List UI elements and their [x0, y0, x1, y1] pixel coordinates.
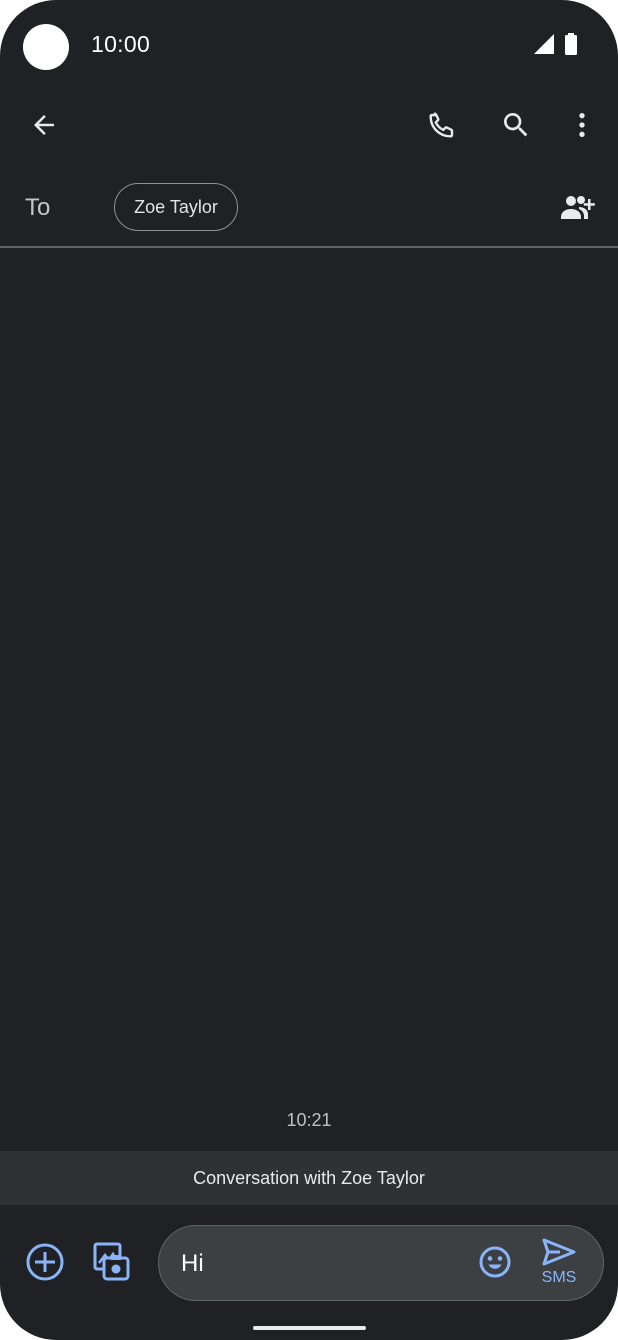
gallery-button[interactable] — [89, 1242, 133, 1286]
phone-icon — [426, 109, 458, 146]
more-options-button[interactable] — [558, 103, 606, 151]
gesture-nav-handle[interactable] — [253, 1326, 366, 1330]
signal-icon — [534, 34, 554, 59]
more-vert-icon — [566, 109, 598, 146]
message-compose-field[interactable]: SMS — [158, 1225, 604, 1301]
emoji-icon — [478, 1245, 512, 1284]
search-button[interactable] — [492, 103, 540, 151]
emoji-button[interactable] — [477, 1246, 513, 1282]
send-mode-label: SMS — [541, 1269, 577, 1286]
plus-circle-icon — [25, 1242, 65, 1287]
gallery-icon — [90, 1241, 132, 1288]
status-time: 10:00 — [91, 31, 151, 57]
send-icon — [542, 1238, 576, 1271]
back-button[interactable] — [20, 103, 68, 151]
conversation-banner: Conversation with Zoe Taylor — [0, 1151, 618, 1205]
camera-cutout — [23, 24, 69, 70]
message-input[interactable] — [181, 1250, 451, 1278]
to-label: To — [25, 194, 51, 221]
battery-icon — [564, 33, 578, 60]
status-icons — [534, 33, 578, 60]
attach-button[interactable] — [23, 1242, 67, 1286]
arrow-left-icon — [29, 110, 59, 145]
header-divider — [0, 246, 618, 248]
call-button[interactable] — [418, 103, 466, 151]
phone-screen: 10:00 To Zoe Taylor 10:21 Conversation w… — [0, 0, 618, 1340]
add-recipient-button[interactable] — [558, 190, 598, 230]
search-icon — [500, 109, 532, 146]
recipient-chip[interactable]: Zoe Taylor — [114, 183, 238, 231]
send-button[interactable]: SMS — [531, 1238, 587, 1294]
add-person-icon — [559, 193, 597, 228]
message-timestamp: 10:21 — [286, 1110, 332, 1130]
